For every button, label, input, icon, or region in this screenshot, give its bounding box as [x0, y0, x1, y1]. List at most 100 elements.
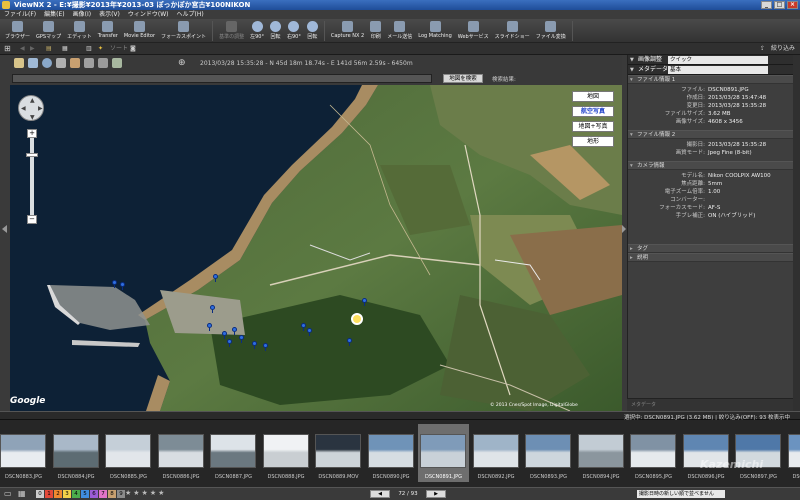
toolbar-button-2[interactable]: エディット [64, 19, 95, 40]
toolbar-button-3[interactable]: Transfer [95, 19, 121, 39]
export-icon[interactable] [112, 58, 122, 68]
pan-up-icon[interactable]: ▲ [30, 97, 35, 104]
selected-photo-pin[interactable] [351, 313, 363, 325]
adjust-dropdown[interactable]: クイック [668, 56, 768, 64]
thumbnail[interactable]: DSCN0890.JPG [366, 424, 417, 482]
toolbar-button-9[interactable]: 右90° [284, 19, 304, 40]
globe-icon[interactable] [42, 58, 52, 68]
color-label-9[interactable]: 9 [117, 490, 125, 498]
menu-item-1[interactable]: 編集(E) [44, 10, 64, 19]
folder-icon[interactable]: ▤ [46, 43, 52, 55]
pan-right-icon[interactable]: ▶ [38, 105, 43, 112]
thumbnail[interactable]: DSCN0884.JPG [51, 424, 102, 482]
flag-icon[interactable] [70, 58, 80, 68]
view-mode-icon[interactable]: ▭ [4, 489, 12, 498]
adjust-header[interactable]: 画像調整 クイック [628, 55, 793, 65]
zoom-out-button[interactable]: − [27, 215, 37, 224]
color-label-4[interactable]: 4 [72, 490, 80, 498]
sort-dropdown[interactable]: 撮影日時の新しい順で並べません [637, 490, 725, 498]
thumbnail[interactable]: DSCN0888.JPG [261, 424, 312, 482]
back-arrow-icon[interactable]: ◀ [20, 43, 25, 55]
thumbnail[interactable]: DSCN0892.JPG [471, 424, 522, 482]
grid-icon[interactable]: ⊞ [4, 43, 11, 55]
map-type-button-2[interactable]: 地図+写真 [572, 121, 614, 132]
toolbar-button-15[interactable]: Webサービス [455, 19, 492, 40]
grid-view-icon[interactable]: ▦ [18, 489, 26, 498]
thumbnail[interactable]: DSCN0896.JPG [681, 424, 732, 482]
color-label-3[interactable]: 3 [63, 490, 71, 498]
output-label[interactable]: 絞り込み [771, 43, 795, 55]
menu-item-2[interactable]: 画像(I) [73, 10, 91, 19]
color-label-8[interactable]: 8 [108, 490, 116, 498]
panel-scrollbar[interactable] [793, 55, 800, 411]
thumbnail[interactable]: DSCN0883.JPG [0, 424, 49, 482]
toolbar-button-1[interactable]: GPSマップ [33, 19, 64, 40]
color-label-1[interactable]: 1 [45, 490, 53, 498]
forward-arrow-icon[interactable]: ▶ [30, 43, 35, 55]
menu-item-5[interactable]: ヘルプ(H) [177, 10, 204, 19]
metadata-header[interactable]: メタデータ 基本 [628, 65, 793, 75]
photo-pin[interactable] [347, 338, 352, 346]
photo-pin[interactable] [239, 335, 244, 343]
pan-control[interactable]: ▲ ▼ ◀ ▶ [18, 95, 44, 121]
section-header[interactable]: ファイル情報 1 [628, 75, 793, 84]
color-label-0[interactable]: 0 [36, 490, 44, 498]
upload-icon[interactable]: ⇪ [760, 43, 765, 55]
maximize-button[interactable]: □ [774, 1, 785, 9]
photo-pin[interactable] [362, 298, 367, 306]
zoom-in-button[interactable]: + [27, 129, 37, 138]
photo-pin[interactable] [252, 341, 257, 349]
color-label-2[interactable]: 2 [54, 490, 62, 498]
photo-pin[interactable] [222, 331, 227, 339]
photo-pin[interactable] [307, 328, 312, 336]
toolbar-button-12[interactable]: 印刷 [367, 19, 384, 40]
collapsed-section-header[interactable]: タグ [628, 244, 793, 253]
thumbnail[interactable]: DSCN0898.JPG [786, 424, 800, 482]
metadata-dropdown[interactable]: 基本 [668, 66, 768, 74]
pin-icon[interactable] [28, 58, 38, 68]
section-header[interactable]: ファイル情報 2 [628, 130, 793, 139]
zoom-slider-track[interactable] [30, 133, 34, 221]
map-type-button-3[interactable]: 地形 [572, 136, 614, 147]
star-filter-icon[interactable]: ✦ [98, 43, 103, 55]
map-type-button-0[interactable]: 地図 [572, 91, 614, 102]
color-label-6[interactable]: 6 [90, 490, 98, 498]
photo-pin[interactable] [213, 274, 218, 282]
toolbar-button-8[interactable]: 回転 [267, 19, 284, 40]
settings-icon[interactable] [98, 58, 108, 68]
photo-pin[interactable] [227, 339, 232, 347]
track-icon[interactable] [56, 58, 66, 68]
crosshair-icon[interactable]: ⊕ [178, 58, 186, 68]
map-search-button[interactable]: 地図を検索 [443, 74, 483, 83]
menu-item-4[interactable]: ウィンドウ(W) [128, 10, 169, 19]
toolbar-button-10[interactable]: 回転 [304, 19, 321, 40]
photo-pin[interactable] [210, 305, 215, 313]
close-button[interactable]: × [787, 1, 798, 9]
photo-pin[interactable] [120, 282, 125, 290]
toolbar-button-0[interactable]: ブラウザー [2, 19, 33, 40]
photo-pin[interactable] [112, 280, 117, 288]
minimize-button[interactable]: _ [761, 1, 772, 9]
toolbar-button-11[interactable]: Capture NX 2 [328, 19, 367, 39]
thumbnail[interactable]: DSCN0891.JPG [418, 424, 469, 482]
zoom-slider-handle[interactable] [26, 153, 38, 157]
camera-icon[interactable]: ◙ [130, 43, 136, 55]
toolbar-button-7[interactable]: 左90° [247, 19, 267, 40]
thumbnail[interactable]: DSCN0897.JPG [733, 424, 784, 482]
collapsed-section-header[interactable]: 説明 [628, 253, 793, 262]
gps-map[interactable]: ▲ ▼ ◀ ▶ + − 地図 航空写真 地図+写真 地形 Google © 2013 … [10, 85, 622, 411]
select-arrow-icon[interactable] [14, 58, 24, 68]
layout-icon[interactable]: ▦ [62, 43, 68, 55]
photo-pin[interactable] [263, 343, 268, 351]
left-panel-toggle[interactable] [0, 55, 10, 411]
photo-pin[interactable] [301, 323, 306, 331]
map-type-button-1[interactable]: 航空写真 [572, 106, 614, 117]
thumbnail[interactable]: DSCN0887.JPG [208, 424, 259, 482]
next-page-button[interactable]: ▶ [426, 490, 446, 498]
toolbar-button-4[interactable]: Movie Editor [121, 19, 158, 39]
wrench-icon[interactable] [84, 58, 94, 68]
thumbnail[interactable]: DSCN0886.JPG [156, 424, 207, 482]
color-label-5[interactable]: 5 [81, 490, 89, 498]
menu-item-0[interactable]: ファイル(F) [4, 10, 36, 19]
toolbar-button-14[interactable]: Log Matching [415, 19, 455, 39]
